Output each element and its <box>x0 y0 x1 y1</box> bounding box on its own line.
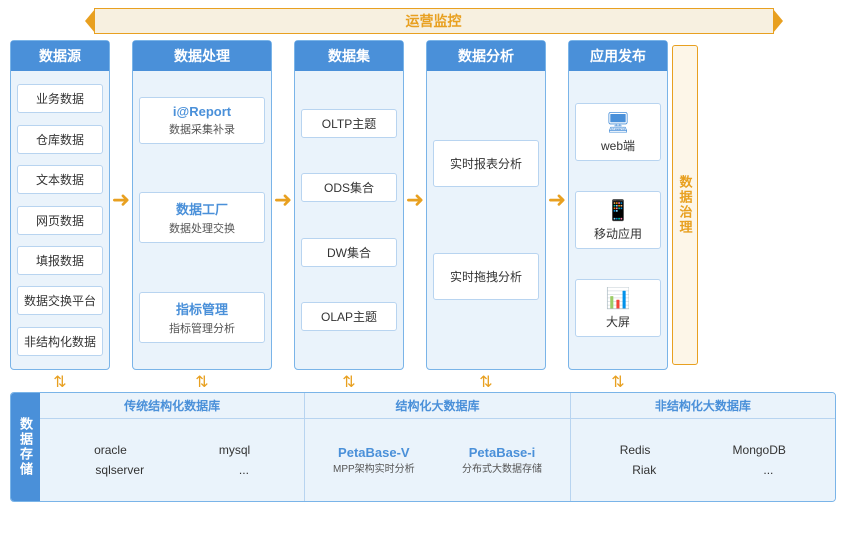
app-label: 大屏 <box>606 313 630 330</box>
list-item: DW集合 <box>301 238 397 267</box>
processing-title: 指标管理 <box>148 299 256 318</box>
arrow-collection-to-analysis: ➜ <box>404 40 426 360</box>
monitoring-bar: 运营监控 <box>10 8 857 34</box>
storage-label: 数据存储 <box>11 393 40 501</box>
list-item: 业务数据 <box>17 84 103 113</box>
col-processing: 数据处理 i@Report 数据采集补录 数据工厂 数据处理交换 指标管理 指标… <box>132 40 272 370</box>
list-item: 实时拖拽分析 <box>433 253 539 300</box>
petabase-i-title: PetaBase-i <box>462 445 542 460</box>
list-item: 非结构化数据 <box>17 327 103 356</box>
list-item: 文本数据 <box>17 165 103 194</box>
db-mongodb: MongoDB <box>733 443 786 457</box>
bigscreen-icon: 📊 <box>606 286 631 311</box>
app-label: 移动应用 <box>594 225 642 242</box>
petabase-v-title: PetaBase-V <box>333 445 415 460</box>
col-apprelease-header: 应用发布 <box>569 41 667 71</box>
app-item-bigscreen: 📊 大屏 <box>575 279 661 337</box>
storage-area: 数据存储 传统结构化数据库 结构化大数据库 非结构化大数据库 oracle my… <box>10 392 836 502</box>
col-datasource: 数据源 业务数据 仓库数据 文本数据 网页数据 填报数据 数据交换平台 非结构化… <box>10 40 110 370</box>
petabase-v-sub: MPP架构实时分析 <box>333 460 415 475</box>
db-etc1: ... <box>239 463 249 477</box>
list-item: OLAP主题 <box>301 302 397 331</box>
arrow-processing-to-collection: ➜ <box>272 40 294 360</box>
app-item-web: 🖥 web端 <box>575 103 661 161</box>
db-redis: Redis <box>620 443 651 457</box>
list-item: 数据交换平台 <box>17 286 103 315</box>
list-item: 实时报表分析 <box>433 140 539 187</box>
list-item: 仓库数据 <box>17 125 103 154</box>
db-sqlserver: sqlserver <box>95 463 144 477</box>
bottom-section-unstructured: Redis MongoDB Riak ... <box>571 419 835 501</box>
processing-title: i@Report <box>148 104 256 119</box>
col-analysis: 数据分析 实时报表分析 实时拖拽分析 <box>426 40 546 370</box>
processing-item-factory: 数据工厂 数据处理交换 <box>139 192 265 243</box>
processing-title: 数据工厂 <box>148 199 256 218</box>
col-collection: 数据集 OLTP主题 ODS集合 DW集合 OLAP主题 <box>294 40 404 370</box>
db-oracle: oracle <box>94 443 127 457</box>
list-item: ODS集合 <box>301 173 397 202</box>
monitoring-label: 运营监控 <box>406 11 462 31</box>
governance-label-container: 数据治理 <box>672 45 698 365</box>
vertical-arrows-row: ⇅ ⇅ ⇅ ⇅ ⇅ <box>10 372 830 388</box>
col-analysis-header: 数据分析 <box>427 41 545 71</box>
web-icon: 🖥 <box>605 110 630 135</box>
governance-label: 数据治理 <box>676 175 695 235</box>
db-riak: Riak <box>632 463 656 477</box>
monitoring-arrow: 运营监控 <box>94 8 774 34</box>
app-label: web端 <box>601 137 635 154</box>
app-item-mobile: 📱 移动应用 <box>575 191 661 249</box>
list-item: OLTP主题 <box>301 109 397 138</box>
processing-subtitle: 指标管理分析 <box>148 320 256 336</box>
col-datasource-header: 数据源 <box>11 41 109 71</box>
col-collection-header: 数据集 <box>295 41 403 71</box>
bottom-section-label-structured: 结构化大数据库 <box>305 393 570 418</box>
bottom-section-structured: PetaBase-V MPP架构实时分析 PetaBase-i 分布式大数据存储 <box>305 419 570 501</box>
bottom-section-label-unstructured: 非结构化大数据库 <box>571 393 835 418</box>
list-item: 网页数据 <box>17 206 103 235</box>
col-apprelease: 应用发布 🖥 web端 📱 移动应用 📊 大屏 <box>568 40 668 370</box>
arrow-analysis-to-apprelease: ➜ <box>546 40 568 360</box>
processing-subtitle: 数据采集补录 <box>148 121 256 137</box>
arrow-datasource-to-processing: ➜ <box>110 40 132 360</box>
petabase-i-sub: 分布式大数据存储 <box>462 460 542 475</box>
db-etc2: ... <box>763 463 773 477</box>
col-processing-header: 数据处理 <box>133 41 271 71</box>
mobile-icon: 📱 <box>606 198 631 223</box>
bottom-section-label-traditional: 传统结构化数据库 <box>40 393 305 418</box>
bottom-section-traditional: oracle mysql sqlserver ... <box>40 419 305 501</box>
processing-item-report: i@Report 数据采集补录 <box>139 97 265 144</box>
processing-subtitle: 数据处理交换 <box>148 220 256 236</box>
db-mysql: mysql <box>219 443 250 457</box>
list-item: 填报数据 <box>17 246 103 275</box>
processing-item-indicator: 指标管理 指标管理分析 <box>139 292 265 343</box>
